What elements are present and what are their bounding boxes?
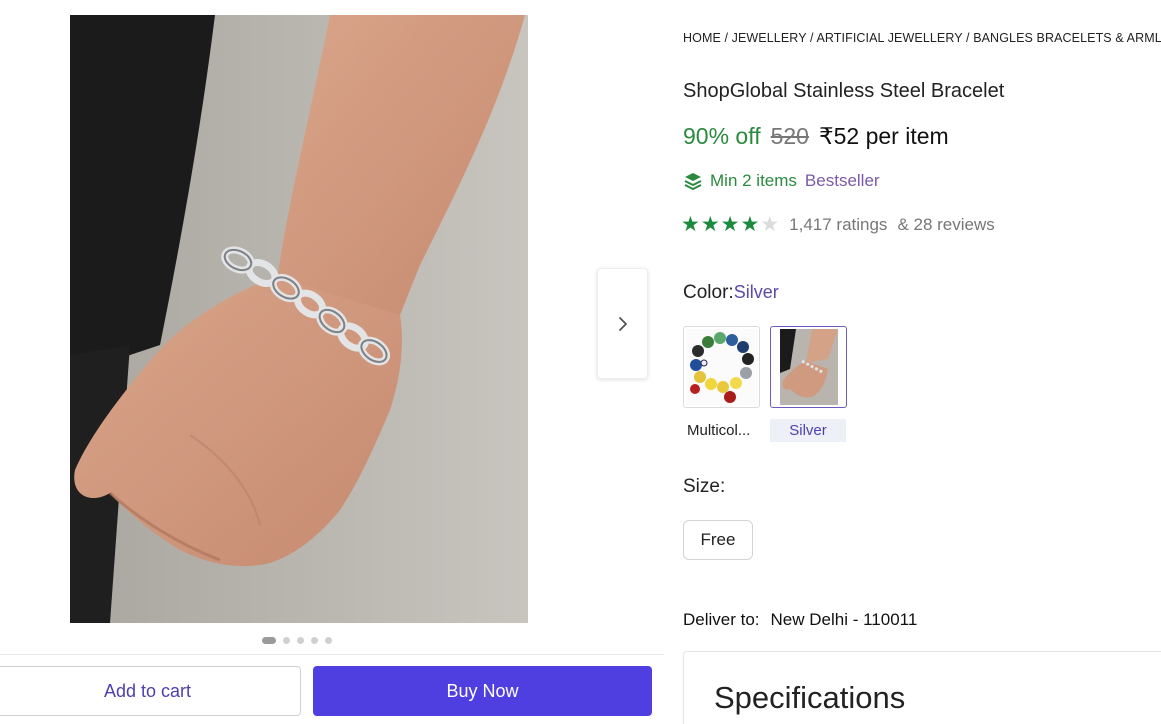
carousel-dot[interactable] <box>262 637 276 644</box>
color-label: Color:Silver <box>683 282 779 304</box>
color-swatch-multicolor[interactable] <box>683 326 760 408</box>
specifications-title: Specifications <box>714 680 906 715</box>
size-label: Size: <box>683 476 726 497</box>
breadcrumb: HOME / JEWELLERY / ARTIFICIAL JEWELLERY … <box>683 31 1161 45</box>
multicolor-bracelet-thumbnail <box>685 329 758 405</box>
buy-now-button[interactable]: Buy Now <box>313 666 652 716</box>
color-swatch-silver[interactable] <box>770 326 847 408</box>
size-option-free[interactable]: Free <box>683 520 753 560</box>
specifications-section: Specifications <box>683 651 1161 724</box>
deliver-to-label: Deliver to: <box>683 610 760 629</box>
ratings-count: 1,417 ratings <box>789 214 888 234</box>
min-items-badge: Min 2 items <box>683 171 797 191</box>
color-option-label-multicolor[interactable]: Multicol... <box>683 419 760 442</box>
discount-text: 90% off <box>683 123 761 149</box>
add-to-cart-button[interactable]: Add to cart <box>0 666 301 716</box>
delivery-info[interactable]: Deliver to: New Delhi - 110011 <box>683 610 917 630</box>
carousel-dot[interactable] <box>325 637 332 644</box>
silver-bracelet-thumbnail <box>779 329 838 405</box>
rating-stars: ★ ★ ★ ★ ★ <box>681 214 779 235</box>
breadcrumb-item-artificial-jewellery[interactable]: ARTIFICIAL JEWELLERY <box>816 31 962 45</box>
carousel-dot[interactable] <box>297 637 304 644</box>
min-items-text: Min 2 items <box>710 171 797 190</box>
layers-icon <box>684 173 702 190</box>
price-row: 90% off 520 ₹52 per item <box>683 123 949 150</box>
selected-color: Silver <box>733 282 779 302</box>
delivery-location: New Delhi - 110011 <box>770 610 918 629</box>
chevron-right-icon <box>618 316 627 331</box>
breadcrumb-item-jewellery[interactable]: JEWELLERY <box>732 31 807 45</box>
star-icon: ★ <box>740 212 760 236</box>
carousel-dot[interactable] <box>283 637 290 644</box>
original-price: 520 <box>770 123 809 149</box>
color-label-text: Color: <box>683 282 734 303</box>
image-carousel-dots <box>262 637 332 644</box>
product-main-image[interactable] <box>70 15 528 623</box>
current-price: ₹52 per item <box>818 123 949 149</box>
product-photo <box>70 15 528 623</box>
carousel-dot[interactable] <box>311 637 318 644</box>
next-image-button[interactable] <box>597 268 648 379</box>
breadcrumb-item-bangles[interactable]: BANGLES BRACELETS & ARMLETS <box>973 31 1161 45</box>
product-title: ShopGlobal Stainless Steel Bracelet <box>683 80 1005 102</box>
star-icon: ★ <box>681 212 700 236</box>
product-badges: Min 2 items Bestseller <box>683 171 880 191</box>
bestseller-badge: Bestseller <box>804 171 880 190</box>
star-icon: ★ <box>700 212 720 236</box>
star-icon: ★ <box>760 212 780 236</box>
color-option-label-silver[interactable]: Silver <box>770 419 846 442</box>
reviews-count: & 28 reviews <box>897 214 995 234</box>
star-icon: ★ <box>720 212 740 236</box>
breadcrumb-item-home[interactable]: HOME <box>683 31 721 45</box>
purchase-actions-bar: Add to cart Buy Now <box>0 654 664 724</box>
rating-row[interactable]: ★ ★ ★ ★ ★ 1,417 ratings & 28 reviews <box>681 214 995 235</box>
